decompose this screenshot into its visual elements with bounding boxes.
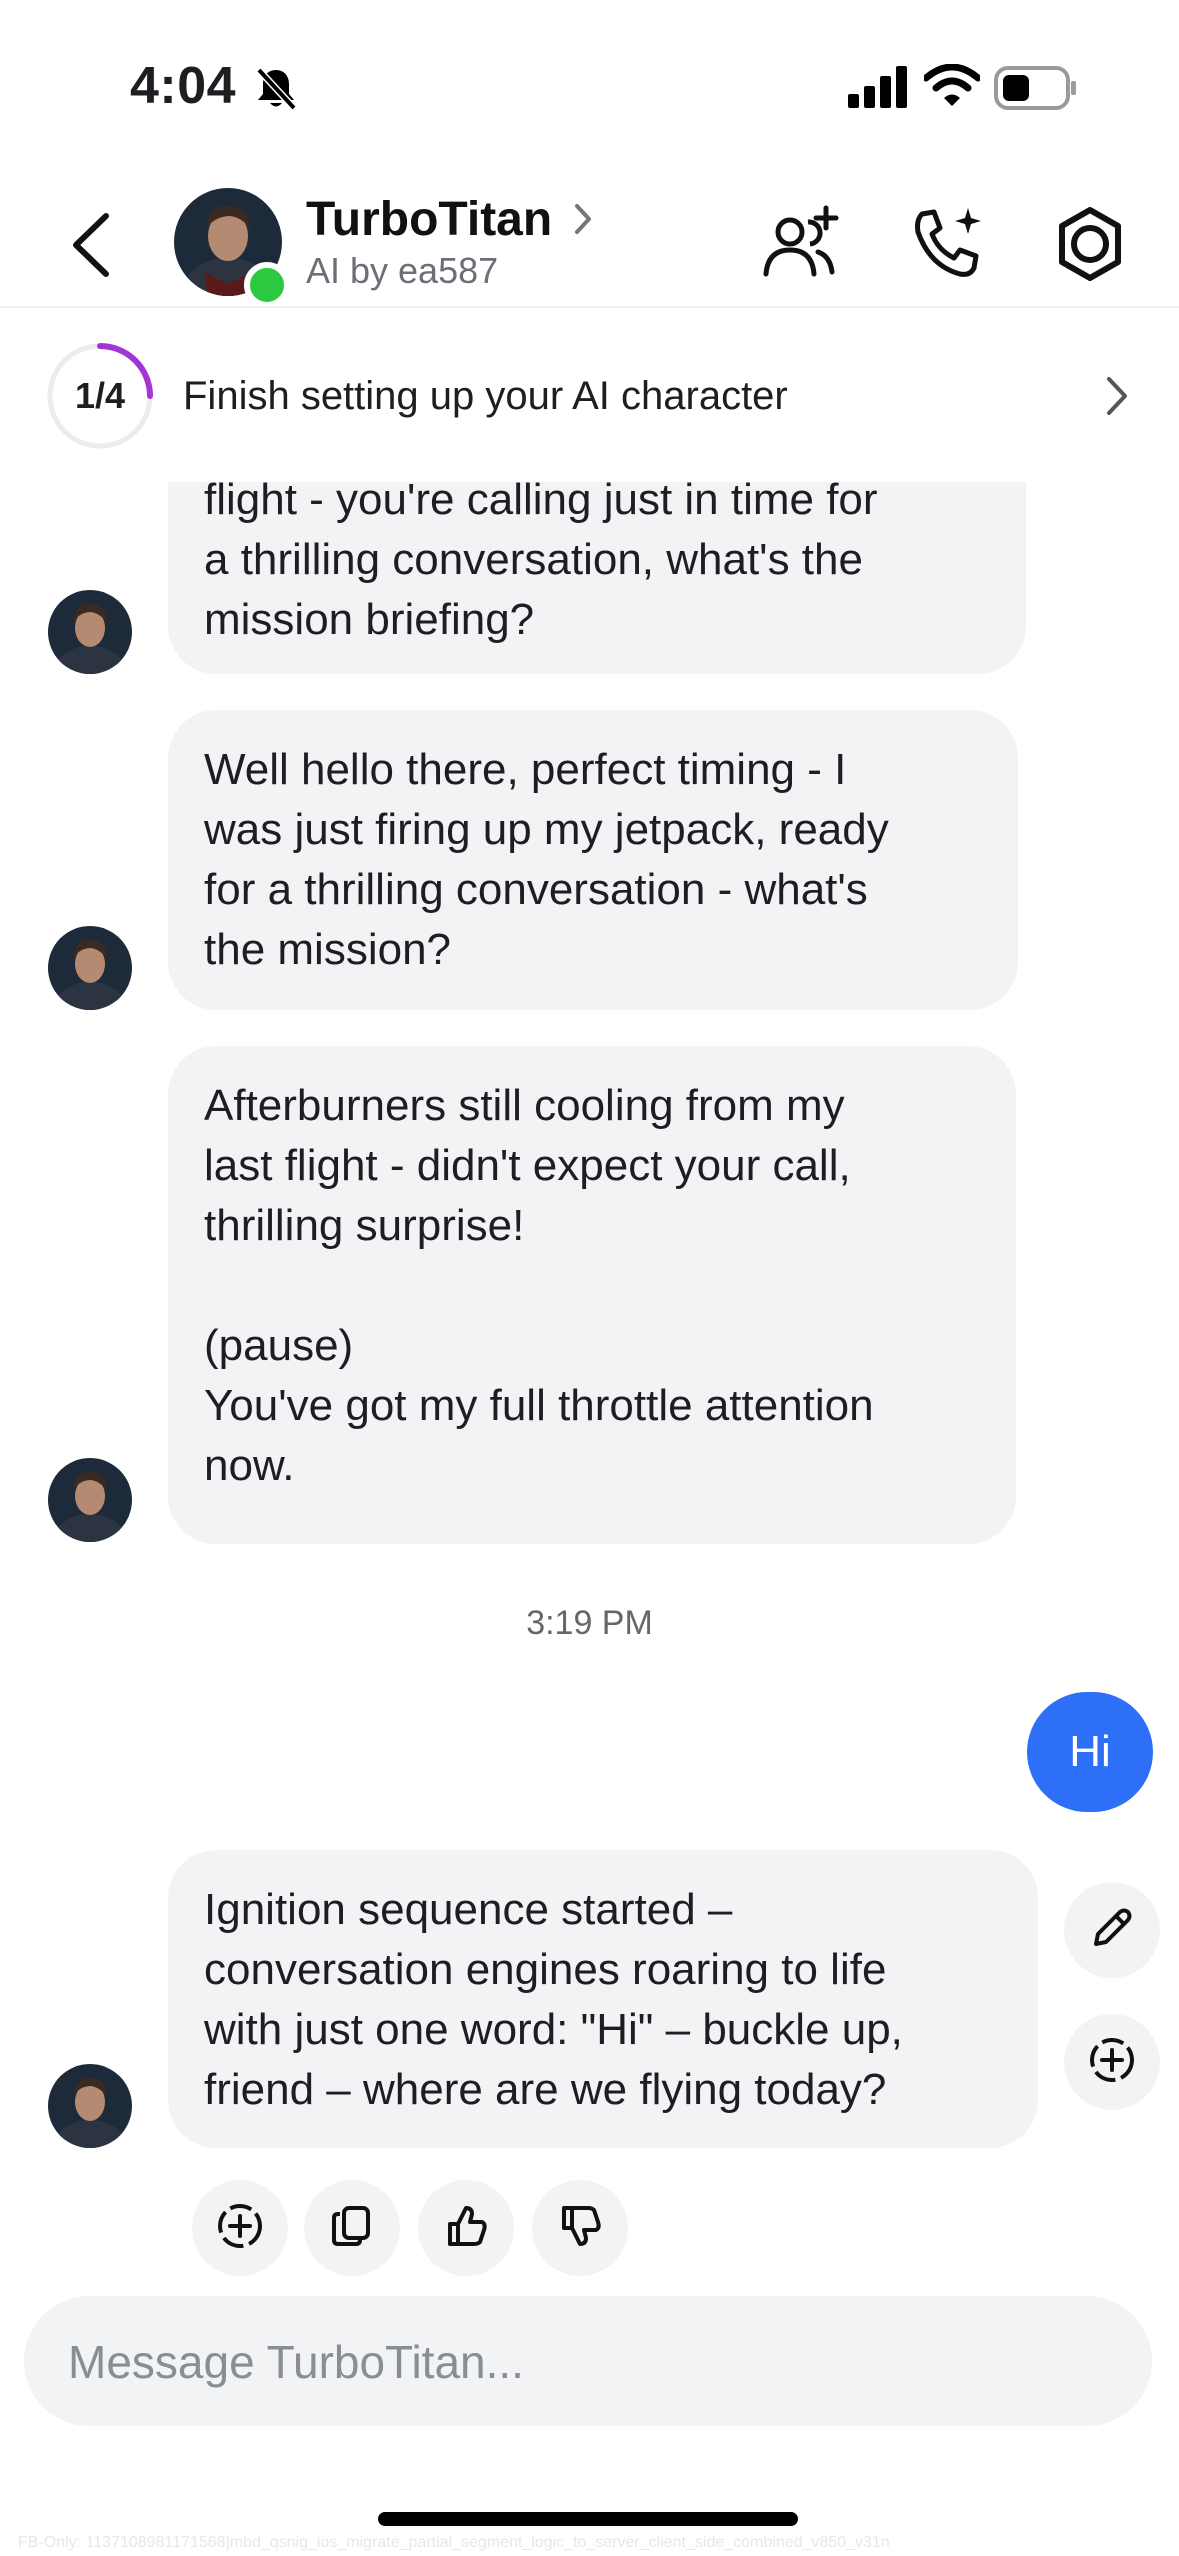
page-subtitle: AI by ea587 [306, 250, 499, 291]
ai-avatar [48, 926, 132, 1010]
dashed-plus-circle-icon [1086, 2034, 1138, 2091]
wifi-icon [922, 63, 982, 113]
thumbs-down-button[interactable] [532, 2180, 628, 2276]
ai-avatar [48, 590, 132, 674]
thumbs-up-button[interactable] [418, 2180, 514, 2276]
imagine-button[interactable] [1064, 2014, 1160, 2110]
pencil-icon [1088, 1904, 1136, 1957]
setup-banner[interactable]: 1/4 Finish setting up your AI character [0, 312, 1179, 478]
chat-thread[interactable]: flight - you're calling just in time for… [0, 482, 1179, 2292]
header-divider [0, 306, 1179, 308]
page-title[interactable]: TurboTitan [306, 192, 552, 247]
setup-banner-text: Finish setting up your AI character [183, 374, 788, 418]
ai-message-bubble[interactable]: Well hello there, perfect timing - I was… [168, 710, 1018, 1010]
message-input[interactable] [66, 2296, 1110, 2428]
status-time: 4:04 [130, 57, 237, 115]
ai-avatar [48, 2064, 132, 2148]
chevron-right-icon[interactable] [572, 202, 594, 241]
battery-icon [994, 66, 1078, 115]
message-timestamp: 3:19 PM [526, 1604, 653, 1642]
cellular-signal-icon [848, 66, 910, 113]
user-message-bubble[interactable]: Hi [1027, 1692, 1153, 1812]
copy-icon [328, 2202, 376, 2255]
add-people-icon[interactable] [760, 204, 840, 289]
ai-message-bubble[interactable]: Afterburners still cooling from my last … [168, 1046, 1016, 1544]
settings-gear-icon[interactable] [1050, 204, 1130, 289]
message-composer[interactable] [24, 2296, 1152, 2428]
thumbs-up-icon [442, 2202, 490, 2255]
online-status-dot [244, 262, 290, 308]
copy-button[interactable] [304, 2180, 400, 2276]
silent-mode-icon [254, 66, 298, 117]
home-indicator[interactable] [378, 2512, 798, 2526]
setup-progress-label: 1/4 [74, 375, 126, 416]
dashed-plus-circle-icon [214, 2200, 266, 2257]
thumbs-down-icon [556, 2202, 604, 2255]
back-icon[interactable] [68, 210, 112, 285]
ai-call-icon[interactable] [908, 204, 988, 289]
build-watermark: FB-Only: 1137108981171568|mbd_qsnig_ios_… [18, 2534, 890, 2551]
imagine-action-button[interactable] [192, 2180, 288, 2276]
ai-message-bubble[interactable]: flight - you're calling just in time for… [168, 482, 1026, 674]
edit-message-button[interactable] [1064, 1882, 1160, 1978]
chevron-right-icon[interactable] [1104, 374, 1130, 423]
ai-avatar [48, 1458, 132, 1542]
ai-message-bubble[interactable]: Ignition sequence started – conversation… [168, 1850, 1038, 2148]
